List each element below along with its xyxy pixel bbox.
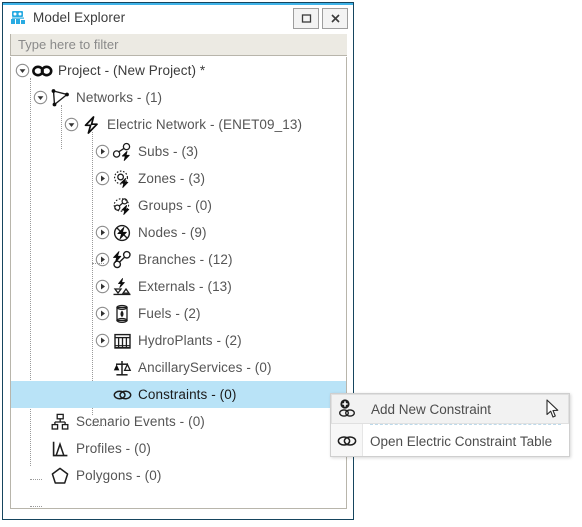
window-title: Model Explorer bbox=[33, 9, 126, 25]
tree-item-fuels[interactable]: Fuels - (2) bbox=[11, 300, 346, 327]
tree-item-subs[interactable]: Subs - (3) bbox=[11, 138, 346, 165]
tree-expander[interactable] bbox=[64, 117, 79, 132]
window-controls bbox=[293, 8, 348, 29]
tree-item-scenario-events[interactable]: Scenario Events - (0) bbox=[11, 408, 346, 435]
tree-expander[interactable] bbox=[95, 306, 110, 321]
profiles-icon bbox=[50, 439, 71, 459]
tree-item-label: Branches - (12) bbox=[138, 252, 233, 267]
tree-item-branches[interactable]: Branches - (12) bbox=[11, 246, 346, 273]
tree-item-label: HydroPlants - (2) bbox=[138, 333, 242, 348]
externals-icon bbox=[112, 277, 133, 297]
menu-item-label: Open Electric Constraint Table bbox=[370, 433, 553, 449]
maximize-button[interactable] bbox=[293, 8, 319, 29]
tree-item-label: Project - (New Project) * bbox=[58, 63, 206, 78]
tree-item-networks[interactable]: Networks - (1) bbox=[11, 84, 346, 111]
add-constraint-icon bbox=[332, 398, 363, 420]
constraints-icon bbox=[112, 385, 133, 405]
zones-icon bbox=[112, 169, 133, 189]
scenario-events-icon bbox=[50, 412, 71, 432]
menu-item-add-new-constraint[interactable]: Add New Constraint bbox=[331, 394, 569, 424]
networks-icon bbox=[50, 88, 71, 108]
tree-expander[interactable] bbox=[95, 279, 110, 294]
tree-item-label: Fuels - (2) bbox=[138, 306, 201, 321]
tree-expander[interactable] bbox=[33, 90, 48, 105]
tree-expander[interactable] bbox=[15, 63, 30, 78]
tree-item-constraints[interactable]: Constraints - (0) bbox=[11, 381, 346, 408]
menu-item-label: Add New Constraint bbox=[371, 401, 492, 417]
tree-item-label: Scenario Events - (0) bbox=[76, 414, 205, 429]
branches-icon bbox=[112, 250, 133, 270]
tree-item-ancillaryservices[interactable]: AncillaryServices - (0) bbox=[11, 354, 346, 381]
tree-expander[interactable] bbox=[95, 171, 110, 186]
tree-item-label: Constraints - (0) bbox=[138, 387, 237, 402]
filter-box[interactable] bbox=[10, 33, 347, 56]
tree-item-label: AncillaryServices - (0) bbox=[138, 360, 272, 375]
tree-item-polygons[interactable]: Polygons - (0) bbox=[11, 462, 346, 489]
tree-item-label: Subs - (3) bbox=[138, 144, 199, 159]
hydroplants-icon bbox=[112, 331, 133, 351]
ancillaryservices-icon bbox=[112, 358, 133, 378]
tree-expander[interactable] bbox=[95, 252, 110, 267]
infinity-icon bbox=[32, 61, 53, 81]
tree-expander[interactable] bbox=[95, 225, 110, 240]
tree-item-groups[interactable]: Groups - (0) bbox=[11, 192, 346, 219]
tree-item-label: Externals - (13) bbox=[138, 279, 232, 294]
model-explorer-icon bbox=[10, 10, 27, 26]
tree-item-externals[interactable]: Externals - (13) bbox=[11, 273, 346, 300]
tree-item-label: Nodes - (9) bbox=[138, 225, 207, 240]
tree-expander[interactable] bbox=[95, 333, 110, 348]
title-bar: Model Explorer bbox=[3, 3, 353, 32]
nodes-icon bbox=[112, 223, 133, 243]
tree-item-label: Groups - (0) bbox=[138, 198, 212, 213]
tree-item-electric-network[interactable]: Electric Network - (ENET09_13) bbox=[11, 111, 346, 138]
model-tree[interactable]: Project - (New Project) * Networks - (1)… bbox=[10, 57, 347, 509]
fuels-icon bbox=[112, 304, 133, 324]
close-button[interactable] bbox=[322, 8, 348, 29]
tree-item-label: Zones - (3) bbox=[138, 171, 206, 186]
tree-expander[interactable] bbox=[95, 144, 110, 159]
tree-item-label: Profiles - (0) bbox=[76, 441, 151, 456]
tree-item-project[interactable]: Project - (New Project) * bbox=[11, 57, 346, 84]
tree-item-label: Polygons - (0) bbox=[76, 468, 162, 483]
tree-guide-line bbox=[30, 506, 42, 507]
tree-item-zones[interactable]: Zones - (3) bbox=[11, 165, 346, 192]
constraint-table-icon bbox=[331, 434, 362, 448]
tree-item-label: Networks - (1) bbox=[76, 90, 163, 105]
tree-item-profiles[interactable]: Profiles - (0) bbox=[11, 435, 346, 462]
tree-item-nodes[interactable]: Nodes - (9) bbox=[11, 219, 346, 246]
context-menu[interactable]: Add New Constraint Open Electric Constra… bbox=[330, 393, 570, 457]
search-input[interactable] bbox=[11, 33, 347, 56]
subs-icon bbox=[112, 142, 133, 162]
bolt-icon bbox=[81, 115, 102, 135]
polygons-icon bbox=[50, 466, 71, 486]
model-explorer-window: Model Explorer Type here to filter Proje… bbox=[2, 2, 354, 520]
groups-icon bbox=[112, 196, 133, 216]
tree-item-hydroplants[interactable]: HydroPlants - (2) bbox=[11, 327, 346, 354]
menu-item-open-electric-constraint-table[interactable]: Open Electric Constraint Table bbox=[331, 426, 569, 456]
tree-item-label: Electric Network - (ENET09_13) bbox=[107, 117, 303, 132]
